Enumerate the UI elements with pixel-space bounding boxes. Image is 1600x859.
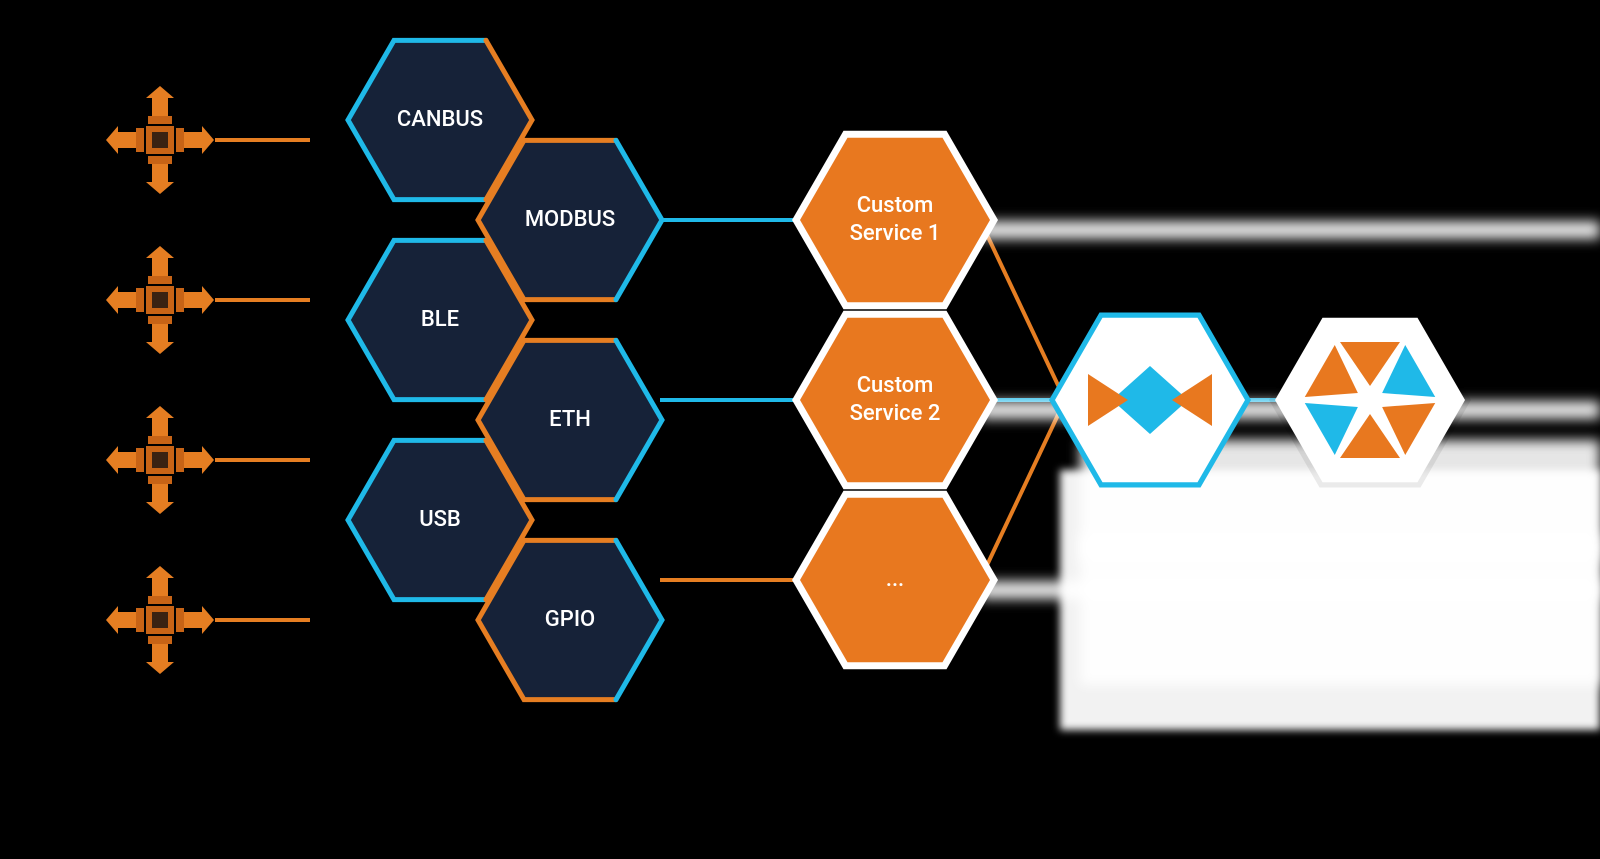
endpoint-center	[1360, 390, 1380, 410]
connector-svc-gateway-0	[980, 220, 1065, 400]
protocol-label: GPIO	[545, 607, 595, 632]
service-hex-svc2: Custom Service 2	[792, 311, 998, 489]
device-chip-icon	[106, 86, 214, 194]
protocol-label: BLE	[421, 307, 459, 332]
service-hex-svc1: Custom Service 1	[792, 131, 998, 309]
service-label-1: Custom	[857, 193, 934, 218]
protocol-label: USB	[419, 507, 461, 532]
service-label-2: Service 2	[850, 401, 941, 426]
service-label-2: Service 1	[850, 221, 941, 246]
device-chip-icon	[106, 566, 214, 674]
connector-svc-gateway-2	[980, 400, 1065, 580]
protocol-label: CANBUS	[397, 107, 483, 132]
service-hex-svc3: ...	[792, 491, 998, 669]
protocol-label: MODBUS	[525, 207, 615, 232]
device-chip-icon	[106, 406, 214, 514]
device-chip-icon	[106, 246, 214, 354]
protocol-label: ETH	[549, 407, 591, 432]
glow-streak	[980, 221, 1600, 239]
service-label-1: Custom	[857, 373, 934, 398]
service-label-1: ...	[886, 567, 904, 592]
glow-block	[1060, 470, 1600, 730]
